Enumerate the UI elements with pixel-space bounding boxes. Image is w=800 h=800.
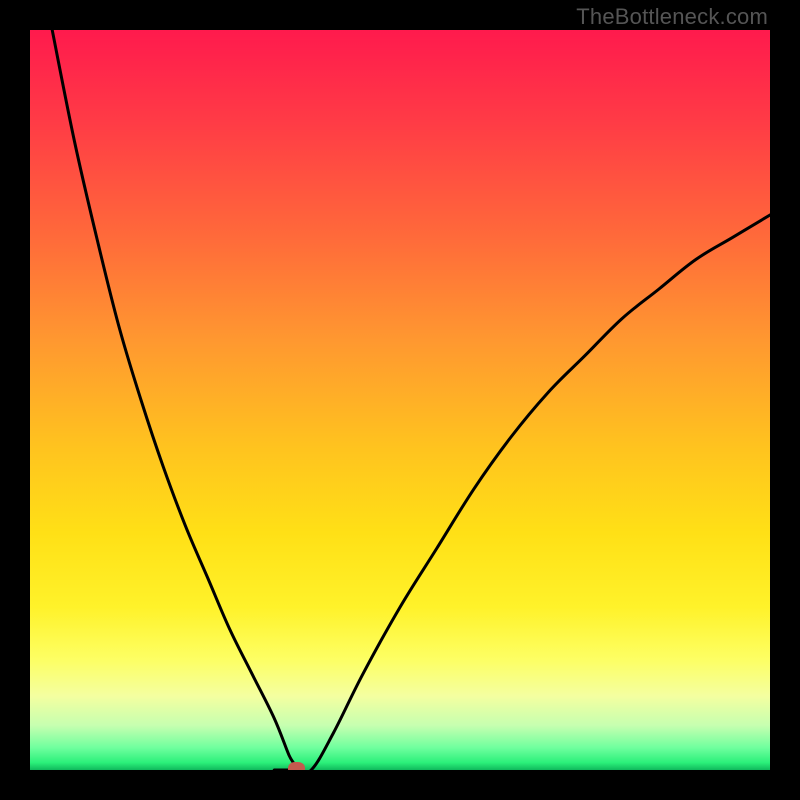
optimum-marker: [288, 762, 305, 770]
watermark-text: TheBottleneck.com: [576, 4, 768, 30]
chart-frame: TheBottleneck.com: [0, 0, 800, 800]
plot-area: [30, 30, 770, 770]
bottleneck-curve: [30, 30, 770, 770]
